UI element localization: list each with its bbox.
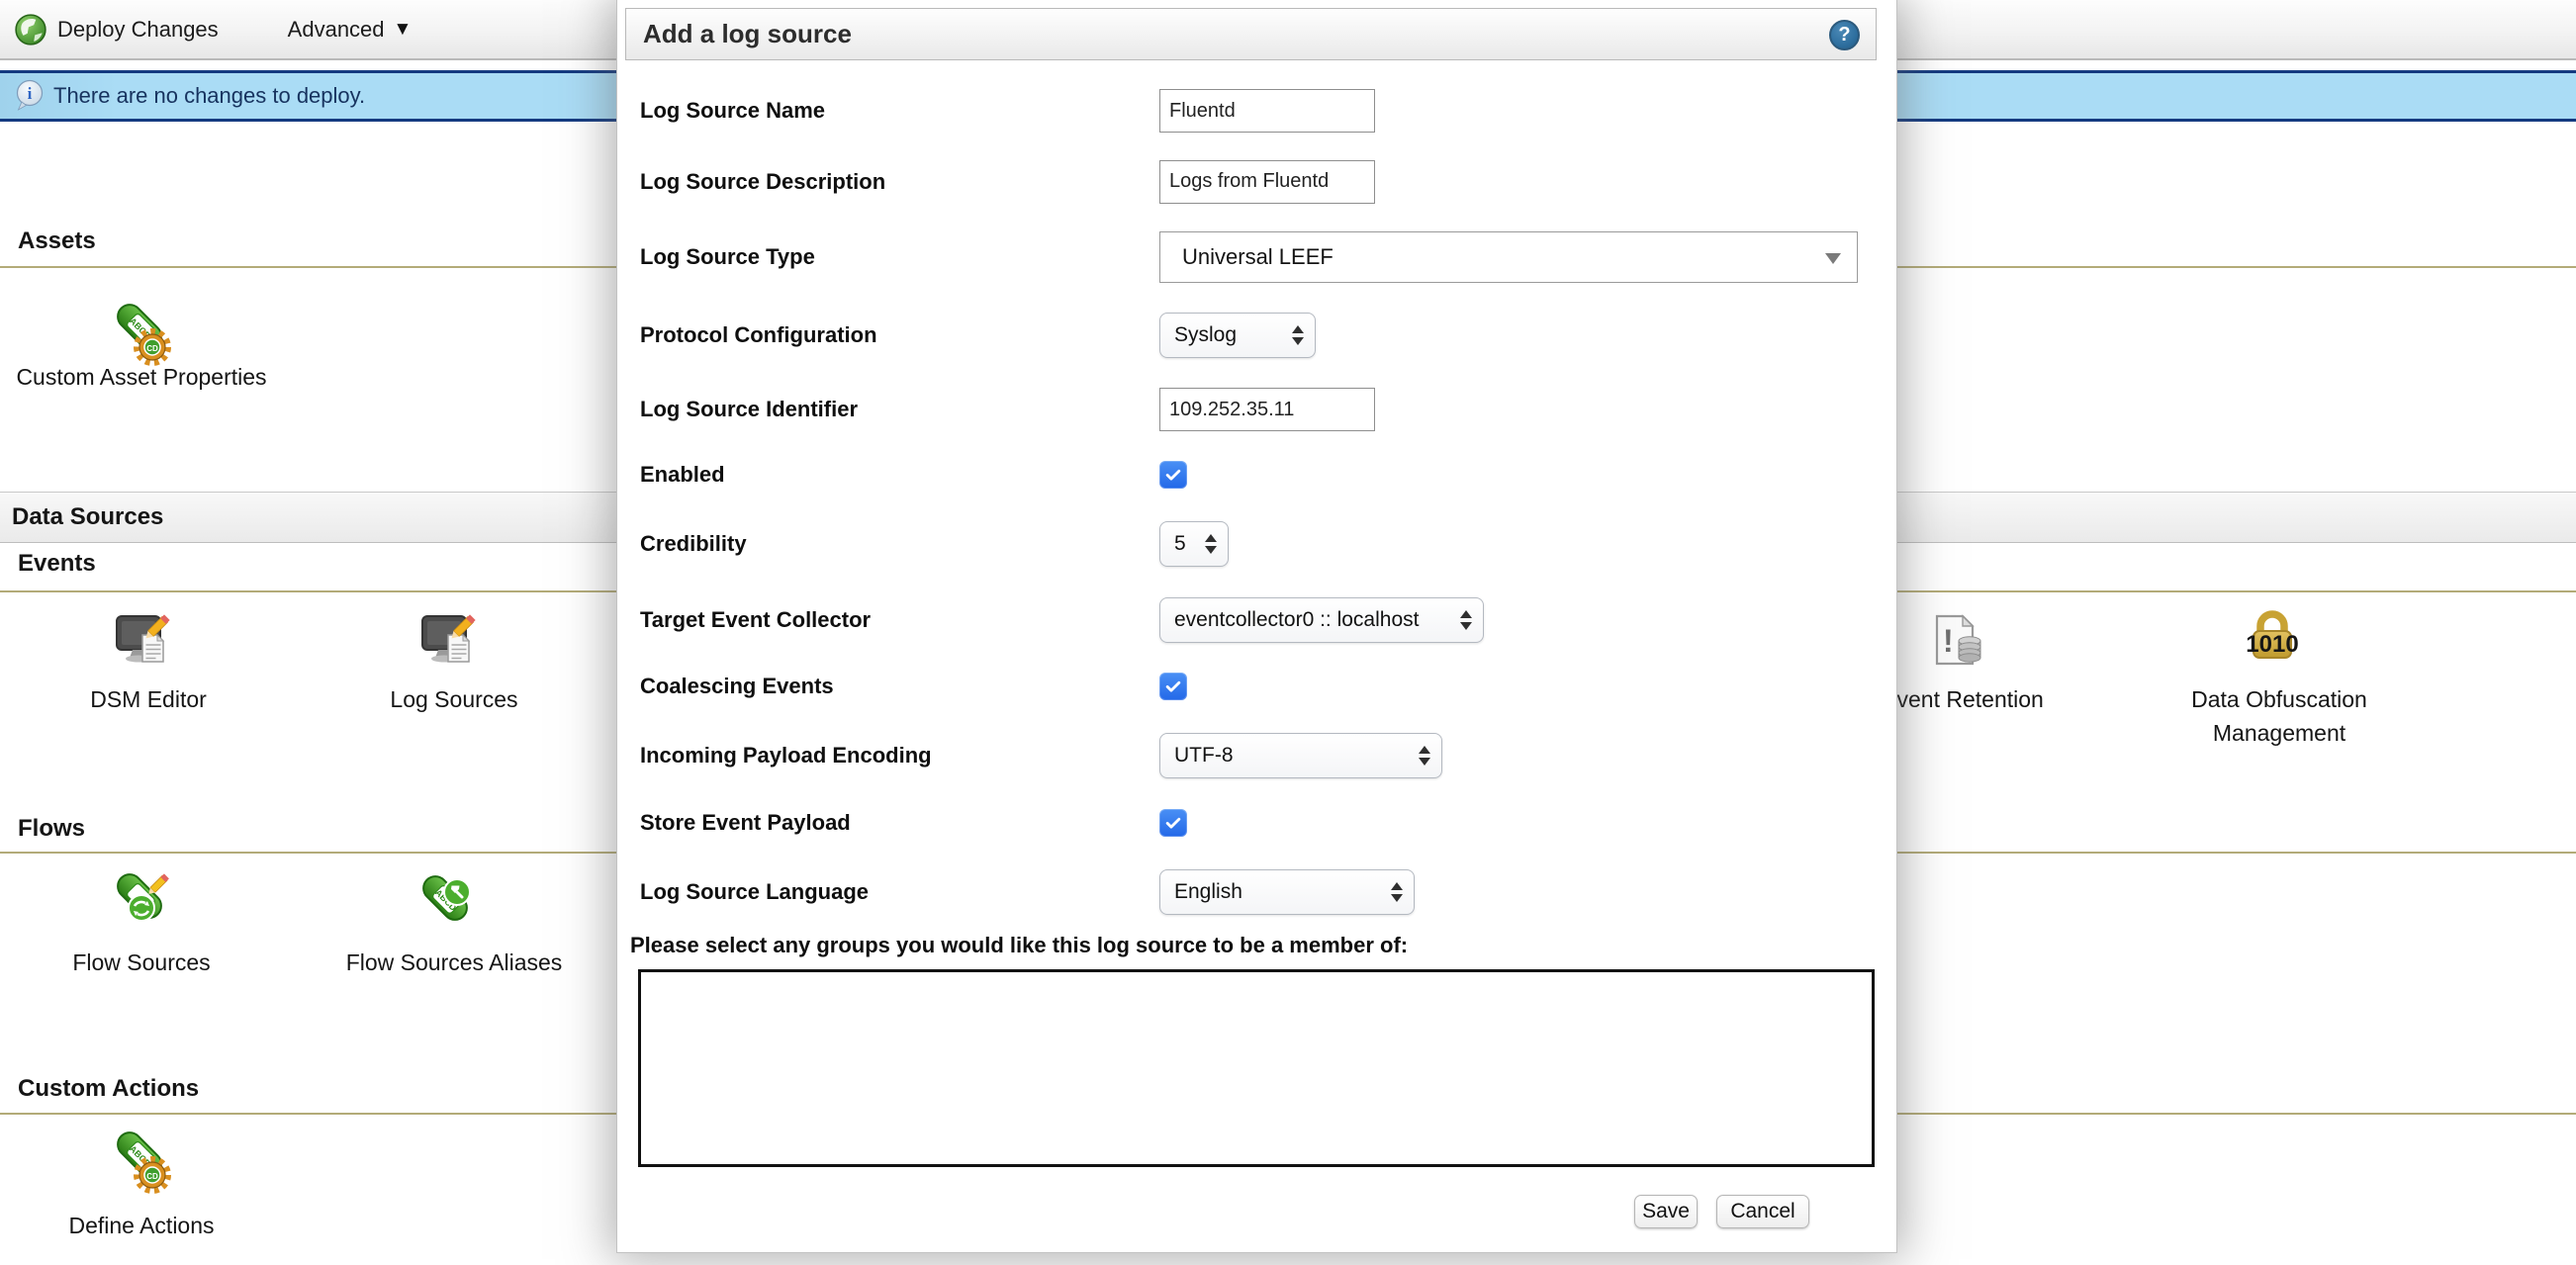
data-obfuscation-management-label[interactable]: Data Obfuscation Management <box>2131 682 2428 750</box>
target-event-collector-select[interactable]: eventcollector0 :: localhost <box>1159 597 1484 643</box>
target-event-collector-label: Target Event Collector <box>640 607 1159 633</box>
incoming-payload-encoding-select[interactable]: UTF-8 <box>1159 733 1442 778</box>
help-icon[interactable]: ? <box>1829 20 1860 50</box>
credibility-select[interactable]: 5 <box>1159 521 1229 567</box>
log-source-type-label: Log Source Type <box>640 244 1159 270</box>
log-source-identifier-input[interactable] <box>1159 388 1375 431</box>
row-coalescing-events: Coalescing Events <box>640 670 1877 703</box>
flow-sources-aliases-icon[interactable]: ABCD <box>415 870 479 934</box>
dsm-editor-label[interactable]: DSM Editor <box>0 682 297 716</box>
row-log-source-identifier: Log Source Identifier <box>640 388 1877 431</box>
advanced-label: Advanced <box>288 17 385 43</box>
svg-text:1010: 1010 <box>2246 631 2298 658</box>
flow-sources-label[interactable]: Flow Sources <box>0 946 290 979</box>
log-source-name-input[interactable] <box>1159 89 1375 133</box>
groups-prompt: Please select any groups you would like … <box>630 933 1408 958</box>
credibility-value: 5 <box>1174 532 1186 556</box>
row-credibility: Credibility 5 <box>640 521 1877 567</box>
deploy-changes-button[interactable]: Deploy Changes <box>57 17 219 43</box>
row-log-source-language: Log Source Language English <box>640 869 1877 915</box>
protocol-configuration-label: Protocol Configuration <box>640 322 1159 348</box>
chevron-down-icon: ▼ <box>394 19 413 41</box>
info-icon: i <box>14 79 46 113</box>
row-incoming-payload-encoding: Incoming Payload Encoding UTF-8 <box>640 733 1877 778</box>
log-source-type-dropdown[interactable]: Universal LEEF <box>1159 231 1858 283</box>
event-retention-icon[interactable]: ! <box>1924 609 1987 673</box>
data-obfuscation-line2: Management <box>2131 716 2428 750</box>
section-title-assets: Assets <box>18 227 96 255</box>
log-source-identifier-label: Log Source Identifier <box>640 397 1159 422</box>
store-event-payload-label: Store Event Payload <box>640 810 1159 836</box>
section-title-events: Events <box>18 550 96 578</box>
log-sources-icon[interactable] <box>415 609 479 673</box>
row-store-event-payload: Store Event Payload <box>640 806 1877 840</box>
row-log-source-name: Log Source Name <box>640 89 1877 133</box>
protocol-configuration-select[interactable]: Syslog <box>1159 313 1316 358</box>
section-title-flows: Flows <box>18 815 85 843</box>
custom-asset-properties-icon[interactable]: ABCD CD <box>110 303 173 366</box>
define-actions-icon[interactable]: ABCD CD <box>110 1130 173 1194</box>
deploy-changes-icon <box>14 13 47 46</box>
select-stepper-icon <box>1292 325 1304 345</box>
dialog-title: Add a log source <box>643 19 852 49</box>
select-stepper-icon <box>1460 610 1472 630</box>
advanced-menu-button[interactable]: Advanced ▼ <box>288 17 413 43</box>
custom-asset-properties-label[interactable]: Custom Asset Properties <box>0 360 290 394</box>
svg-text:!: ! <box>1943 623 1954 659</box>
enabled-checkbox[interactable] <box>1159 461 1187 489</box>
svg-text:CD: CD <box>146 344 158 353</box>
log-source-name-label: Log Source Name <box>640 98 1159 124</box>
admin-console-page: Deploy Changes Advanced ▼ i There are no… <box>0 0 2576 1265</box>
row-log-source-type: Log Source Type Universal LEEF <box>640 231 1877 283</box>
section-title-custom-actions: Custom Actions <box>18 1075 199 1103</box>
store-event-payload-checkbox[interactable] <box>1159 809 1187 837</box>
log-source-language-label: Log Source Language <box>640 879 1159 905</box>
incoming-payload-encoding-value: UTF-8 <box>1174 744 1234 768</box>
row-log-source-description: Log Source Description <box>640 159 1877 204</box>
target-event-collector-value: eventcollector0 :: localhost <box>1174 608 1419 632</box>
define-actions-label[interactable]: Define Actions <box>0 1209 290 1242</box>
coalescing-events-label: Coalescing Events <box>640 674 1159 699</box>
data-sources-title: Data Sources <box>12 503 163 531</box>
enabled-label: Enabled <box>640 462 1159 488</box>
log-source-description-input[interactable] <box>1159 160 1375 204</box>
dsm-editor-icon[interactable] <box>110 609 173 673</box>
select-stepper-icon <box>1419 746 1430 766</box>
log-source-language-select[interactable]: English <box>1159 869 1415 915</box>
dropdown-arrow-icon <box>1825 253 1841 264</box>
notice-text: There are no changes to deploy. <box>53 83 365 109</box>
add-log-source-dialog: Add a log source ? Log Source Name Log S… <box>616 0 1897 1253</box>
coalescing-events-checkbox[interactable] <box>1159 673 1187 700</box>
log-source-type-value: Universal LEEF <box>1182 244 1334 270</box>
row-enabled: Enabled <box>640 458 1877 492</box>
credibility-label: Credibility <box>640 531 1159 557</box>
data-obfuscation-line1: Data Obfuscation <box>2131 682 2428 716</box>
data-obfuscation-management-icon[interactable]: 1010 <box>2241 603 2304 667</box>
svg-text:CD: CD <box>146 1172 158 1181</box>
log-source-language-value: English <box>1174 880 1242 904</box>
row-protocol-configuration: Protocol Configuration Syslog <box>640 313 1877 358</box>
cancel-button[interactable]: Cancel <box>1716 1195 1809 1228</box>
log-sources-label[interactable]: Log Sources <box>306 682 602 716</box>
flow-sources-icon[interactable] <box>110 870 173 934</box>
select-stepper-icon <box>1205 534 1217 554</box>
flow-sources-aliases-label[interactable]: Flow Sources Aliases <box>306 946 602 979</box>
incoming-payload-encoding-label: Incoming Payload Encoding <box>640 743 1159 768</box>
select-stepper-icon <box>1391 882 1403 902</box>
svg-text:i: i <box>28 84 33 103</box>
row-target-event-collector: Target Event Collector eventcollector0 :… <box>640 596 1877 643</box>
groups-list-box[interactable] <box>638 969 1875 1167</box>
log-source-description-label: Log Source Description <box>640 169 1159 195</box>
dialog-titlebar: Add a log source ? <box>625 8 1877 60</box>
protocol-configuration-value: Syslog <box>1174 323 1237 347</box>
save-button[interactable]: Save <box>1634 1195 1698 1228</box>
